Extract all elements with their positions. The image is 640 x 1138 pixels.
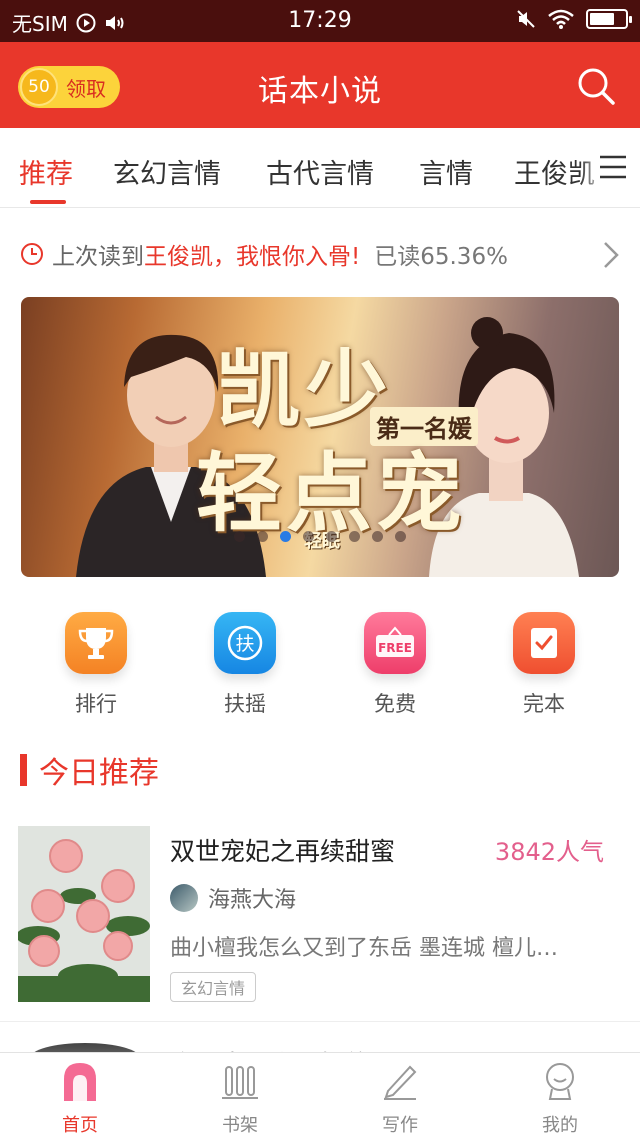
fuyao-icon: 扶 xyxy=(214,612,276,674)
entry-completed-label: 完本 xyxy=(523,692,565,716)
book-title: 双世宠妃之再续甜蜜 xyxy=(170,837,396,866)
book-popularity: 3842人气 xyxy=(494,838,604,866)
free-sign-icon: FREE xyxy=(364,612,426,674)
svg-text:扶: 扶 xyxy=(235,633,254,655)
carousel-dot[interactable] xyxy=(257,531,268,542)
entry-ranking-label: 排行 xyxy=(75,692,117,716)
carousel-dot[interactable] xyxy=(326,531,337,542)
nav-profile-label: 我的 xyxy=(542,1115,578,1136)
section-accent-bar xyxy=(20,754,27,786)
checked-book-icon xyxy=(513,612,575,674)
trophy-icon xyxy=(65,612,127,674)
entry-fuyao-label: 扶摇 xyxy=(224,692,266,716)
profile-icon xyxy=(546,1063,574,1100)
last-read-progress: 已读65.36% xyxy=(374,244,508,270)
carousel-dot[interactable] xyxy=(372,531,383,542)
entry-ranking[interactable]: 排行 xyxy=(46,612,146,718)
svg-text:FREE: FREE xyxy=(378,641,412,655)
active-tab-indicator xyxy=(30,200,66,204)
tab-ancient-romance[interactable]: 古代言情 xyxy=(266,152,374,191)
quick-entries: 排行 扶 扶摇 FREE 免费 完本 xyxy=(0,612,640,722)
battery-icon xyxy=(586,9,632,29)
nav-write[interactable]: 写作 xyxy=(350,1061,450,1137)
book-genre-tag: 玄幻言情 xyxy=(170,972,257,1002)
home-icon xyxy=(64,1063,96,1101)
search-icon xyxy=(578,68,615,105)
entry-completed[interactable]: 完本 xyxy=(494,612,594,718)
book-author-row: 海燕大海 xyxy=(170,882,296,914)
app-title: 话本小说 xyxy=(258,74,382,109)
carousel-dot[interactable] xyxy=(280,531,291,542)
entry-free-label: 免费 xyxy=(374,692,416,716)
search-button[interactable] xyxy=(576,66,616,106)
last-read-bar[interactable]: 上次读到 王俊凯，我恨你入骨! 已读65.36% xyxy=(20,226,624,282)
section-heading: 今日推荐 xyxy=(20,750,159,791)
entry-fuyao[interactable]: 扶 扶摇 xyxy=(195,612,295,718)
mute-icon xyxy=(516,9,536,29)
promo-banner[interactable]: 凯少 第一名媛 轻点宠 轻眠 xyxy=(21,297,619,577)
tab-recommend[interactable]: 推荐 xyxy=(19,152,73,191)
tab-fantasy-romance[interactable]: 玄幻言情 xyxy=(113,152,221,191)
clock-icon xyxy=(21,243,43,265)
last-read-book: 王俊凯，我恨你入骨! xyxy=(144,244,361,270)
carousel-dot[interactable] xyxy=(349,531,360,542)
book-cover xyxy=(18,826,150,1002)
book-author: 海燕大海 xyxy=(208,888,297,913)
category-tabs: 推荐 玄幻言情 古代言情 言情 王俊凯 xyxy=(0,128,640,208)
status-bar: 无SIM 17:29 xyxy=(0,0,640,42)
section-title: 今日推荐 xyxy=(39,756,159,791)
menu-icon xyxy=(600,155,626,179)
nav-bookshelf-label: 书架 xyxy=(222,1115,258,1136)
nav-profile[interactable]: 我的 xyxy=(510,1061,610,1137)
carousel-dot[interactable] xyxy=(234,531,245,542)
tab-romance[interactable]: 言情 xyxy=(419,152,473,191)
nav-write-label: 写作 xyxy=(382,1115,418,1136)
last-read-prefix: 上次读到 xyxy=(52,244,144,270)
entry-free[interactable]: FREE 免费 xyxy=(345,612,445,718)
bookshelf-icon xyxy=(222,1066,258,1099)
nav-home-label: 首页 xyxy=(62,1115,98,1136)
book-card[interactable]: 双世宠妃之再续甜蜜 3842人气 海燕大海 曲小檀我怎么又到了东岳 墨连城 檀儿… xyxy=(0,826,640,1022)
carousel-dot[interactable] xyxy=(395,531,406,542)
carousel-dots xyxy=(21,531,619,542)
wifi-icon xyxy=(548,9,574,29)
banner-title: 凯少 第一名媛 轻点宠 轻眠 xyxy=(196,315,486,552)
pen-icon xyxy=(384,1065,417,1100)
book-description: 曲小檀我怎么又到了东岳 墨连城 檀儿… xyxy=(170,936,558,961)
chevron-right-icon xyxy=(604,242,619,268)
nav-bookshelf[interactable]: 书架 xyxy=(190,1061,290,1137)
author-avatar xyxy=(170,884,198,912)
app-header: 50 领取 话本小说 xyxy=(0,42,640,128)
carousel-dot[interactable] xyxy=(303,531,314,542)
tabs-menu-button[interactable] xyxy=(598,154,628,180)
bottom-navigation: 首页 书架 写作 我的 xyxy=(0,1052,640,1138)
nav-home[interactable]: 首页 xyxy=(30,1061,130,1137)
